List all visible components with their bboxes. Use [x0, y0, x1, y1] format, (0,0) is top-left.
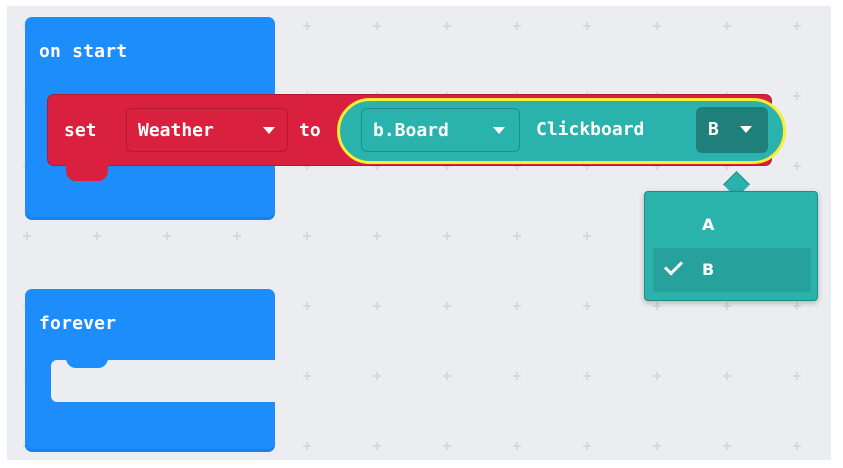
grid-dot	[583, 302, 591, 310]
grid-dot	[583, 232, 591, 240]
grid-dot	[793, 302, 801, 310]
grid-dot	[583, 372, 591, 380]
letter-dropdown-menu: A B	[644, 191, 818, 301]
grid-dot	[793, 442, 801, 450]
board-dropdown[interactable]: b.Board	[361, 108, 520, 152]
grid-dot	[443, 442, 451, 450]
grid-dot	[793, 22, 801, 30]
grid-dot	[373, 302, 381, 310]
grid-dot	[163, 232, 171, 240]
variable-dropdown[interactable]: Weather	[126, 108, 288, 152]
grid-dot	[653, 22, 661, 30]
grid-dot	[513, 232, 521, 240]
forever-label: forever	[39, 313, 117, 334]
grid-dot	[723, 302, 731, 310]
to-label: to	[299, 120, 321, 141]
grid-dot	[233, 232, 241, 240]
grid-dot	[653, 372, 661, 380]
grid-dot	[793, 92, 801, 100]
menu-item-label: B	[702, 260, 715, 279]
on-start-label: on start	[39, 41, 128, 62]
board-name: b.Board	[373, 120, 449, 141]
grid-dot	[793, 162, 801, 170]
grid-dot	[653, 442, 661, 450]
grid-dot	[513, 302, 521, 310]
grid-dot	[93, 232, 101, 240]
grid-dot	[443, 302, 451, 310]
menu-item-a[interactable]: A	[653, 203, 811, 247]
grid-dot	[793, 372, 801, 380]
grid-dot	[373, 442, 381, 450]
set-block-tab	[66, 165, 108, 181]
grid-dot	[443, 232, 451, 240]
grid-dot	[723, 372, 731, 380]
grid-dot	[443, 372, 451, 380]
grid-dot	[303, 302, 311, 310]
set-label: set	[64, 120, 97, 141]
grid-dot	[373, 232, 381, 240]
grid-dot	[443, 22, 451, 30]
grid-dot	[23, 232, 31, 240]
variable-name: Weather	[138, 120, 214, 141]
clickboard-label: Clickboard	[536, 119, 645, 140]
grid-dot	[303, 372, 311, 380]
grid-dot	[513, 372, 521, 380]
chevron-down-icon	[740, 126, 752, 133]
slot-notch	[66, 356, 108, 368]
chevron-down-icon	[493, 127, 505, 134]
clickboard-letter-dropdown[interactable]: B	[696, 107, 768, 153]
grid-dot	[513, 442, 521, 450]
grid-dot	[723, 442, 731, 450]
chevron-down-icon	[263, 127, 275, 134]
grid-dot	[583, 442, 591, 450]
grid-dot	[303, 232, 311, 240]
grid-dot	[513, 22, 521, 30]
grid-dot	[583, 22, 591, 30]
grid-dot	[373, 372, 381, 380]
grid-dot	[373, 22, 381, 30]
checkmark-icon	[663, 256, 684, 276]
grid-dot	[653, 302, 661, 310]
menu-item-b[interactable]: B	[653, 248, 811, 292]
menu-item-label: A	[702, 215, 715, 234]
grid-dot	[723, 22, 731, 30]
grid-dot	[303, 442, 311, 450]
selected-letter: B	[708, 119, 719, 140]
grid-dot	[303, 22, 311, 30]
